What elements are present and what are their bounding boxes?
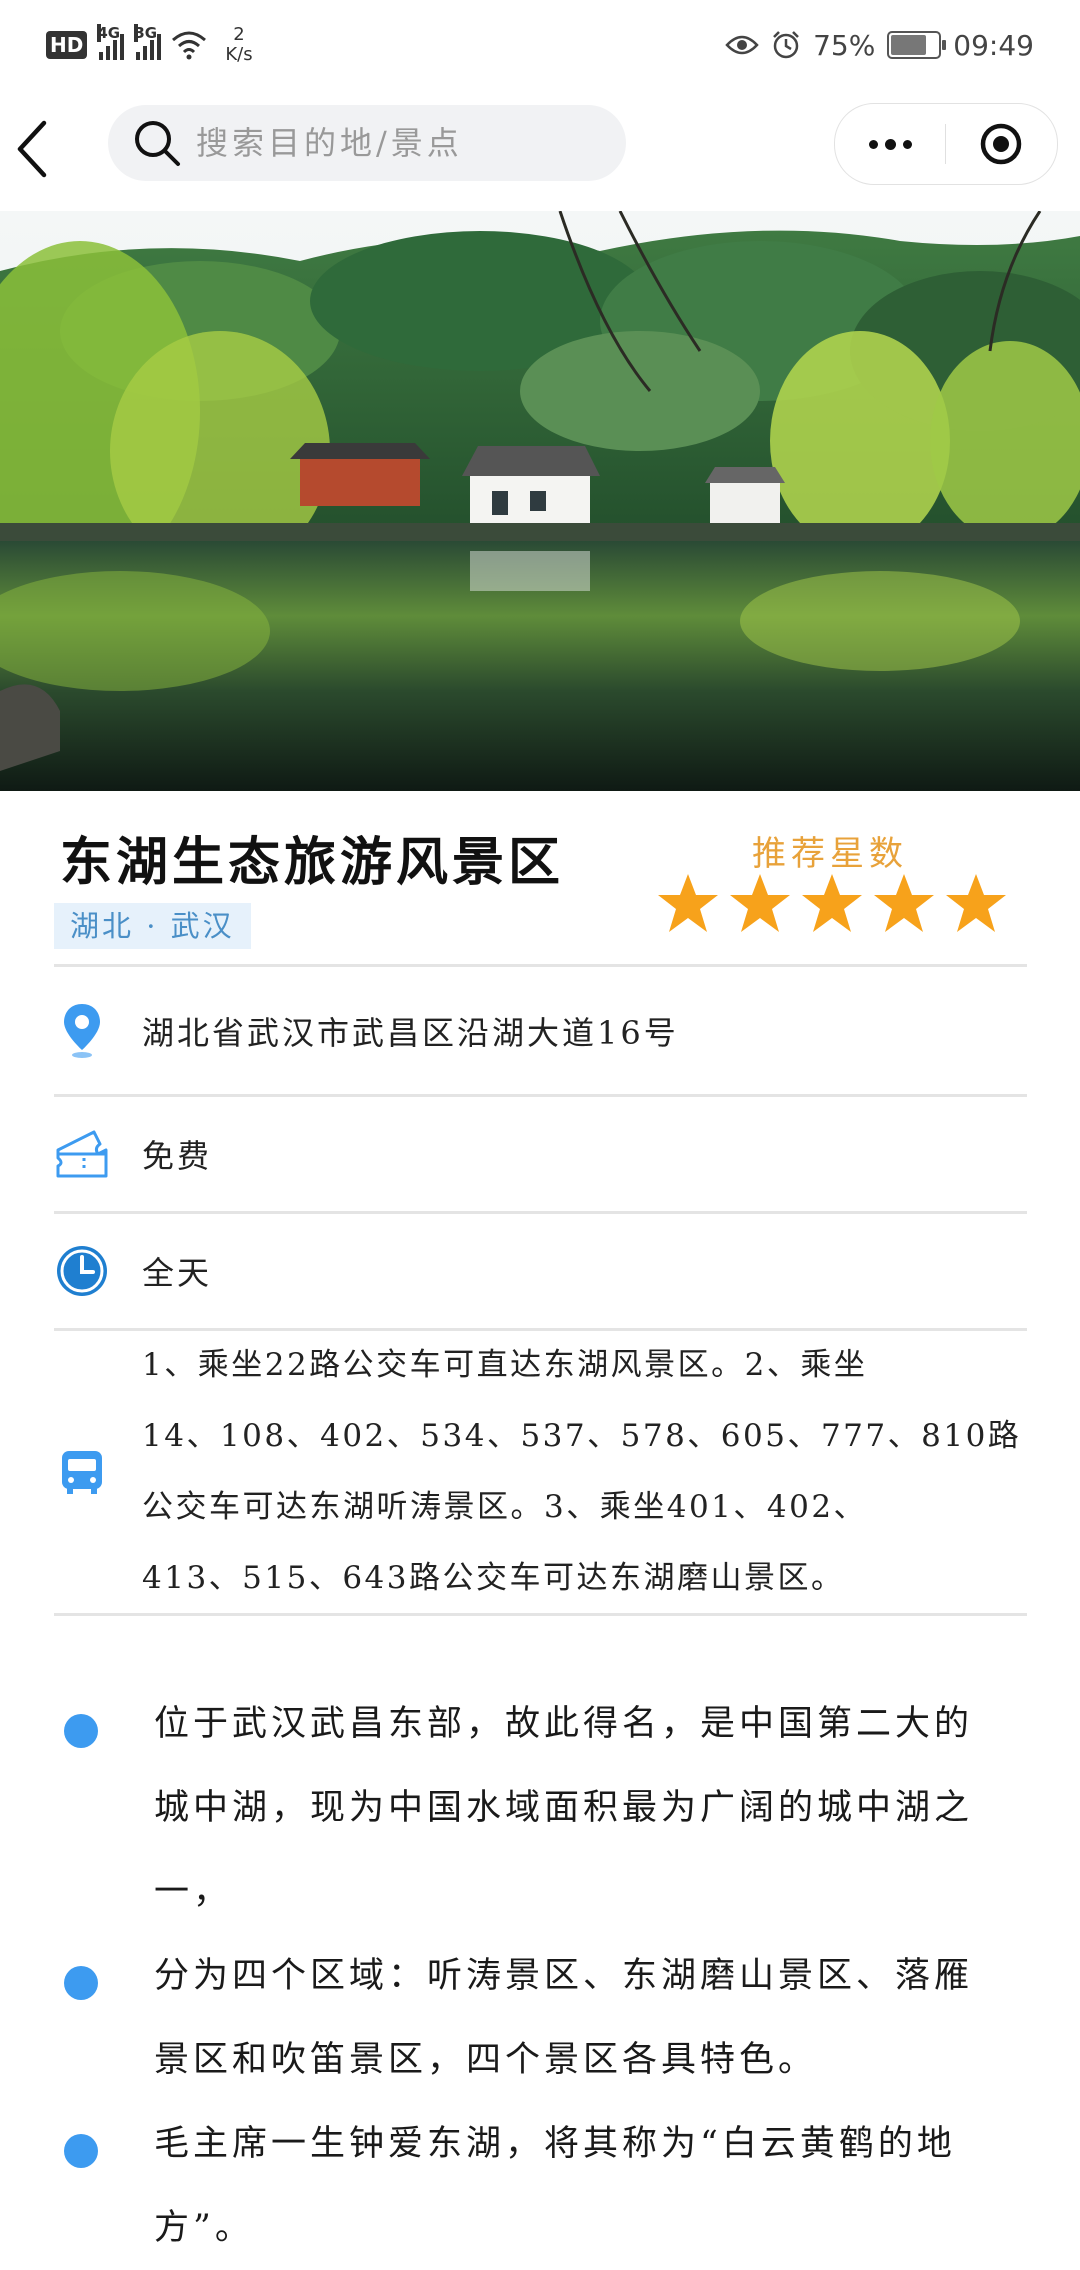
price-row: 免费 (54, 1097, 1027, 1211)
address-text: 湖北省武汉市武昌区沿湖大道16号 (142, 1014, 679, 1052)
transport-line: 14、108、402、534、537、578、605、777、810路 (142, 1418, 1022, 1454)
description-line: 景区和吹笛景区，四个景区各具特色。 (154, 2040, 818, 2080)
status-left: HD 4G 3G 2 K/s (46, 20, 253, 70)
miniprogram-capsule (834, 103, 1058, 185)
description-line: 毛主席一生钟爱东湖，将其称为“白云黄鹤的地 (154, 2124, 956, 2164)
eye-icon (725, 35, 759, 55)
transport-line: 413、515、643路公交车可达东湖磨山景区。 (142, 1560, 845, 1596)
ticket-icon (56, 1130, 108, 1178)
rating-label: 推荐星数 (752, 834, 908, 874)
battery-percent: 75% (813, 28, 876, 62)
hours-row: 全天 (54, 1214, 1027, 1328)
signal-4g-icon: 4G (97, 24, 125, 60)
description-line: 城中湖，现为中国水域面积最为广阔的城中湖之 (154, 1788, 974, 1828)
search-input[interactable] (194, 123, 598, 163)
clock-icon (57, 1246, 107, 1296)
star-icon (730, 874, 790, 932)
bus-icon (62, 1451, 102, 1494)
price-text: 免费 (142, 1137, 213, 1175)
description-line: 分为四个区域：听涛景区、东湖磨山景区、落雁 (154, 1956, 974, 1996)
transport-row: 1、乘坐22路公交车可直达东湖风景区。2、乘坐 14、108、402、534、5… (54, 1330, 1027, 1614)
star-icon (658, 874, 718, 932)
more-dots-icon (868, 139, 878, 149)
address-row[interactable]: 湖北省武汉市武昌区沿湖大道16号 (54, 970, 1027, 1092)
attraction-title: 东湖生态旅游风景区 (60, 832, 565, 893)
star-icon (802, 874, 862, 932)
back-button[interactable] (8, 109, 78, 189)
hd-badge: HD (46, 31, 88, 59)
description-item: 分为四个区域：听涛景区、东湖磨山景区、落雁 景区和吹笛景区，四个景区各具特色。 (64, 1934, 1024, 2102)
search-icon (135, 121, 180, 166)
transport-text: 1、乘坐22路公交车可直达东湖风景区。2、乘坐 14、108、402、534、5… (142, 1330, 1022, 1614)
divider (54, 1613, 1027, 1616)
description-list: 位于武汉武昌东部，故此得名，是中国第二大的 城中湖，现为中国水域面积最为广阔的城… (64, 1682, 1024, 2270)
wifi-icon (172, 31, 207, 60)
star-icon (946, 874, 1006, 932)
hours-text: 全天 (142, 1254, 213, 1292)
bullet-dot-icon (64, 1966, 98, 2000)
description-line: 一， (154, 1872, 233, 1912)
transport-line: 公交车可达东湖听涛景区。3、乘坐401、402、 (142, 1489, 868, 1525)
description-item: 位于武汉武昌东部，故此得名，是中国第二大的 城中湖，现为中国水域面积最为广阔的城… (64, 1682, 1024, 1934)
close-miniprogram-button[interactable] (946, 104, 1056, 184)
signal-3g-icon: 3G (134, 24, 162, 60)
nav-bar (0, 95, 1080, 211)
battery-icon (887, 31, 947, 59)
description-item: 毛主席一生钟爱东湖，将其称为“白云黄鹤的地 方”。 (64, 2102, 1024, 2270)
back-arrow-icon (17, 120, 47, 178)
status-right: 75% 09:49 (725, 20, 1034, 70)
search-bar[interactable] (108, 105, 626, 181)
network-speed: 2 K/s (225, 24, 253, 65)
bullet-dot-icon (64, 2134, 98, 2168)
star-rating (656, 872, 1008, 934)
clock-time: 09:49 (953, 28, 1034, 62)
more-button[interactable] (835, 104, 945, 184)
attraction-photo (0, 211, 1080, 791)
alarm-icon (773, 31, 799, 59)
description-line: 方”。 (154, 2208, 254, 2248)
status-bar: HD 4G 3G 2 K/s 75% 09:49 (0, 0, 1080, 90)
region-tag: 湖北 · 武汉 (54, 903, 251, 949)
transport-line: 1、乘坐22路公交车可直达东湖风景区。2、乘坐 (142, 1347, 868, 1383)
divider (54, 964, 1027, 967)
close-target-icon (980, 123, 1022, 165)
bullet-dot-icon (64, 1714, 98, 1748)
star-icon (874, 874, 934, 932)
description-line: 位于武汉武昌东部，故此得名，是中国第二大的 (154, 1704, 974, 1744)
location-pin-icon (64, 1004, 100, 1058)
